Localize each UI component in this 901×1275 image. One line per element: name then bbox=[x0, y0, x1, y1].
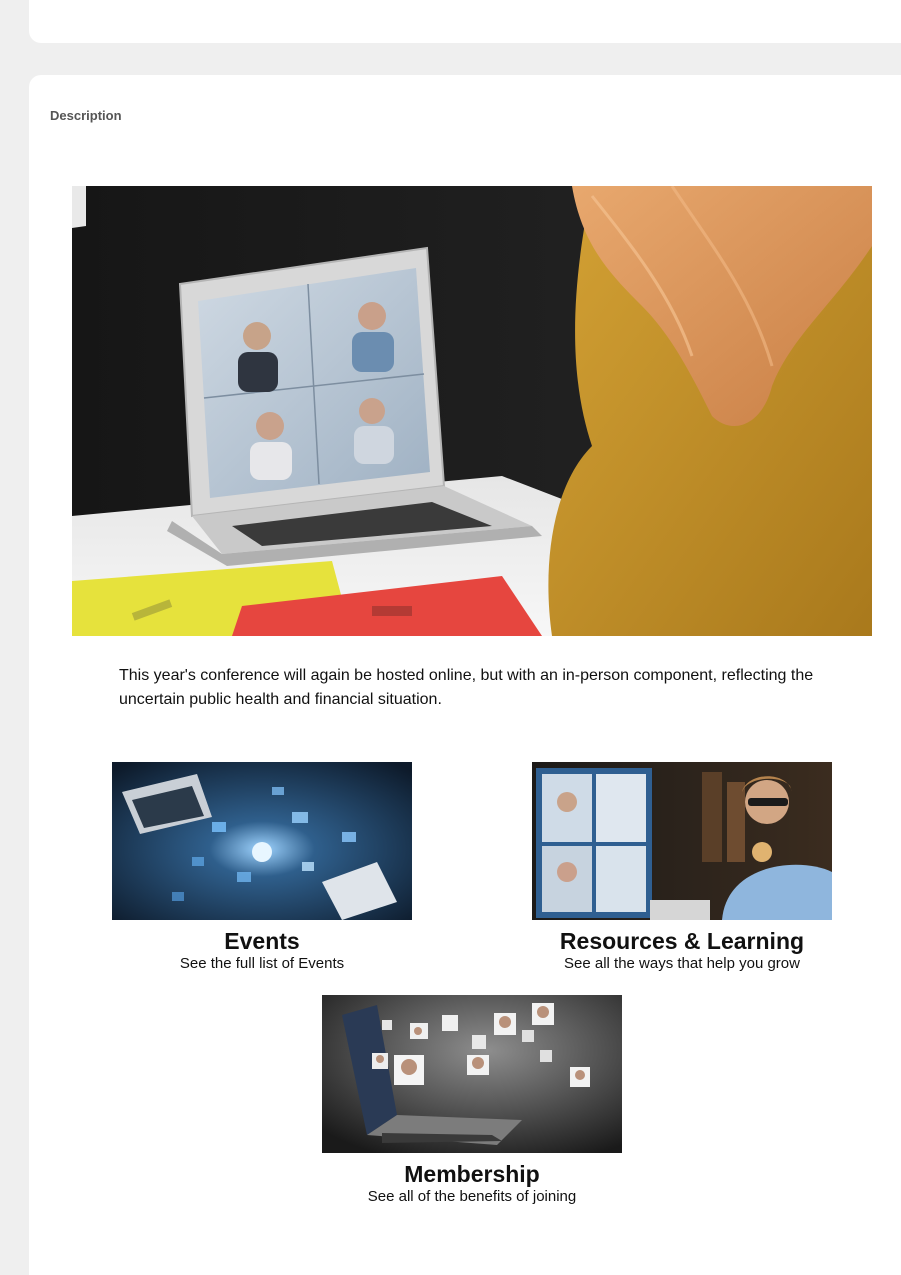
events-image[interactable] bbox=[112, 762, 412, 920]
resources-learning-title[interactable]: Resources & Learning bbox=[532, 928, 832, 954]
membership-image[interactable] bbox=[322, 995, 622, 1153]
membership-title[interactable]: Membership bbox=[322, 1161, 622, 1187]
intro-text: This year's conference will again be hos… bbox=[119, 667, 814, 708]
events-title[interactable]: Events bbox=[112, 928, 412, 954]
description-card: Description This year's conference will … bbox=[29, 75, 901, 1275]
resources-learning-tile[interactable]: Resources & Learning See all the ways th… bbox=[532, 762, 832, 974]
hero-image-video-conference bbox=[72, 186, 872, 636]
events-subtitle: See the full list of Events bbox=[179, 955, 345, 972]
membership-tile[interactable]: Membership See all of the benefits of jo… bbox=[322, 995, 622, 1207]
description-label: Description bbox=[50, 108, 122, 123]
resources-learning-image[interactable] bbox=[532, 762, 832, 920]
membership-subtitle: See all of the benefits of joining bbox=[367, 1188, 577, 1205]
events-tile[interactable]: Events See the full list of Events bbox=[112, 762, 412, 974]
top-card bbox=[29, 0, 901, 43]
resources-learning-subtitle: See all the ways that help you grow bbox=[564, 955, 800, 972]
